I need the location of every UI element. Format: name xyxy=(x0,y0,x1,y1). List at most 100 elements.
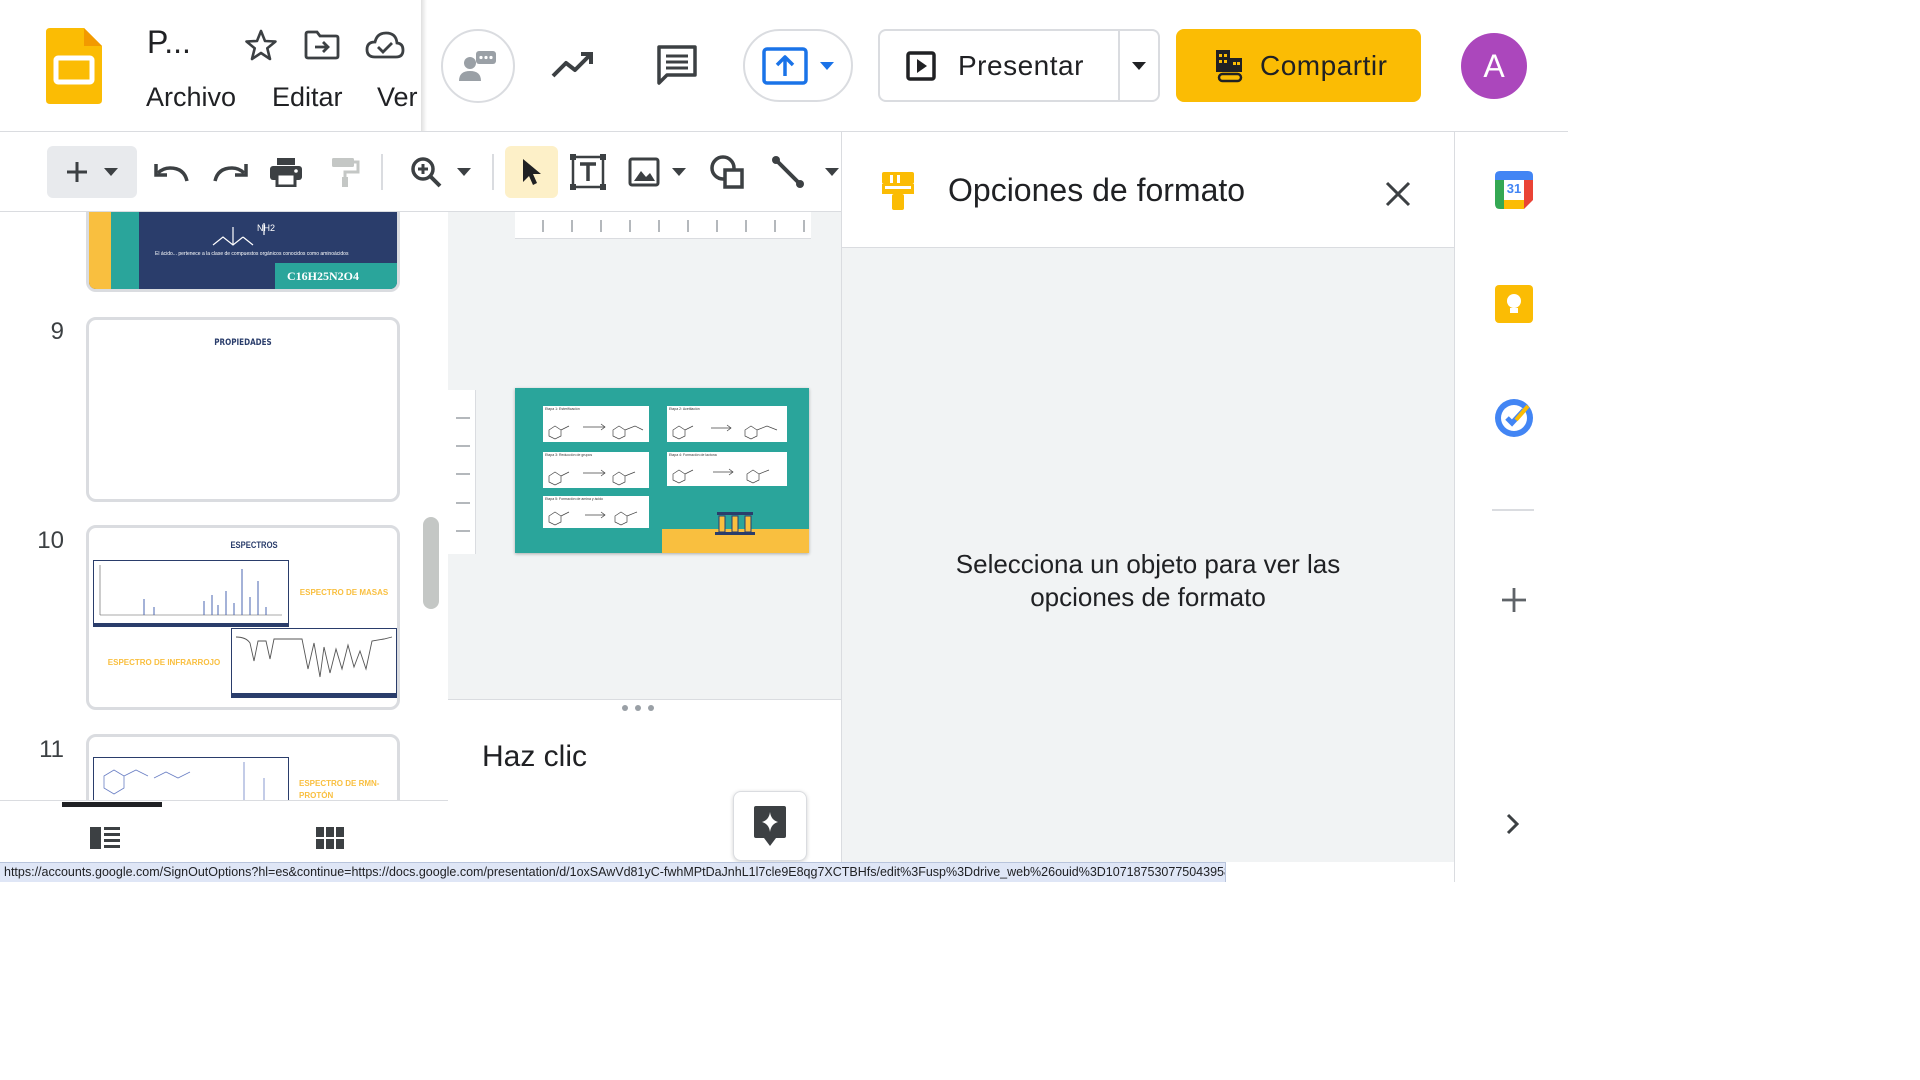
slides-logo-icon xyxy=(46,28,102,104)
undo-icon xyxy=(154,161,190,183)
sparkle-icon xyxy=(750,804,790,848)
document-info: P... Archivo Editar Ver xyxy=(0,0,424,131)
tasks-icon xyxy=(1494,398,1534,438)
slide-thumbnail[interactable]: PROPIEDADES xyxy=(86,317,400,502)
meeting-icon xyxy=(458,49,498,83)
close-panel-button[interactable] xyxy=(1378,174,1418,214)
document-title[interactable]: P... xyxy=(147,24,191,61)
active-tab-indicator xyxy=(62,802,162,807)
speaker-notes-placeholder[interactable]: Haz clic xyxy=(482,740,587,774)
present-main[interactable]: Presentar xyxy=(880,31,1120,100)
reaction-step-box: Etapa 5: Formación de amina y ácido xyxy=(543,496,649,528)
move-to-button[interactable] xyxy=(743,29,853,102)
chevron-down-icon xyxy=(824,168,839,176)
line-button[interactable] xyxy=(768,146,841,198)
comment-icon xyxy=(655,43,699,87)
text-box-button[interactable] xyxy=(566,146,610,198)
redo-icon xyxy=(212,161,248,183)
paint-format-icon xyxy=(330,156,360,188)
star-icon xyxy=(245,29,277,61)
present-options-button[interactable] xyxy=(1120,31,1158,100)
vertical-ruler[interactable] xyxy=(448,390,476,554)
image-icon xyxy=(628,157,660,187)
editing-toolbar xyxy=(0,132,841,212)
calendar-button[interactable]: 31 xyxy=(1492,168,1536,212)
move-button[interactable] xyxy=(302,26,342,64)
saved-status[interactable] xyxy=(364,26,406,64)
format-panel-message: Selecciona un objeto para ver las opcion… xyxy=(842,548,1454,614)
image-button[interactable] xyxy=(624,146,690,198)
reaction-step-box: Etapa 2: Acetilación xyxy=(667,406,787,442)
filmstrip-scrollbar[interactable] xyxy=(423,517,439,609)
cloud-done-icon xyxy=(365,31,405,59)
notes-resize-handle[interactable] xyxy=(622,705,654,711)
slide-thumbnail[interactable]: ESPECTROS ESPECTRO DE MASAS ESPECTRO DE … xyxy=(86,525,400,710)
slide-caption: El ácido... pertenece a la clase de comp… xyxy=(155,251,349,257)
menu-editar[interactable]: Editar xyxy=(272,82,343,113)
present-icon xyxy=(906,50,936,81)
menu-archivo[interactable]: Archivo xyxy=(146,82,236,113)
reaction-step-box: Etapa 4: Formación de lactona xyxy=(667,452,787,486)
chevron-down-icon xyxy=(457,168,471,176)
select-tool-button[interactable] xyxy=(505,146,558,198)
activity-button[interactable] xyxy=(548,42,598,88)
undo-button[interactable] xyxy=(150,146,194,198)
current-slide[interactable]: Etapa 1: Esterificación Etapa 2: Acetila… xyxy=(515,388,809,553)
ai-assist-button[interactable] xyxy=(733,791,807,861)
account-avatar[interactable]: A xyxy=(1461,33,1527,99)
folder-move-icon xyxy=(304,30,340,60)
zoom-icon xyxy=(409,155,443,189)
keep-button[interactable] xyxy=(1492,282,1536,326)
print-icon xyxy=(269,157,303,187)
horizontal-ruler[interactable] xyxy=(515,212,811,239)
tasks-button[interactable] xyxy=(1492,396,1536,440)
comments-button[interactable] xyxy=(652,40,702,90)
mass-spectrum-image xyxy=(93,560,289,624)
slide-number: 9 xyxy=(50,318,64,345)
title-area-shadow xyxy=(421,0,427,131)
grid-view-icon xyxy=(314,825,354,851)
list-view-tab[interactable] xyxy=(88,825,128,855)
slide-thumbnail[interactable]: ESPECTRO DE RMN- PROTÓN xyxy=(86,734,400,800)
paint-format-button[interactable] xyxy=(323,146,367,198)
meeting-button[interactable] xyxy=(441,29,515,103)
nh2-label: NH2 xyxy=(257,223,276,233)
format-panel-header: Opciones de formato xyxy=(842,132,1454,248)
print-button[interactable] xyxy=(264,146,308,198)
chevron-right-icon xyxy=(1506,813,1520,835)
chevron-down-icon xyxy=(1131,61,1147,71)
formula-label: C16H25N2O4 xyxy=(287,269,359,283)
slide-thumbnail[interactable]: NH2 El ácido... pertenece a la clase de … xyxy=(86,212,400,292)
avatar-letter: A xyxy=(1483,47,1505,84)
chevron-down-icon xyxy=(672,168,686,176)
get-addons-button[interactable] xyxy=(1492,578,1536,622)
slide-number: 11 xyxy=(39,736,64,763)
new-slide-button[interactable] xyxy=(47,146,137,198)
calendar-icon: 31 xyxy=(1494,170,1534,210)
slides-logo[interactable] xyxy=(46,28,102,104)
shape-button[interactable] xyxy=(705,146,749,198)
share-button[interactable]: Compartir xyxy=(1176,29,1421,102)
add-icon xyxy=(1501,587,1527,613)
star-button[interactable] xyxy=(242,26,280,64)
share-domain-icon xyxy=(1214,48,1246,84)
chevron-down-icon xyxy=(104,168,118,176)
hide-side-panel-button[interactable] xyxy=(1491,802,1535,846)
slide-label-infrarrojo: ESPECTRO DE INFRARROJO xyxy=(107,658,221,667)
message-line-2: opciones de formato xyxy=(1030,582,1266,612)
menu-ver[interactable]: Ver xyxy=(377,82,418,113)
slide-number: 10 xyxy=(37,527,64,554)
chevron-down-icon xyxy=(819,61,835,71)
grid-view-tab[interactable] xyxy=(314,825,354,855)
zoom-button[interactable] xyxy=(400,146,480,198)
trending-up-icon xyxy=(551,50,595,80)
redo-button[interactable] xyxy=(208,146,252,198)
nmr-structure-image xyxy=(93,757,289,800)
slide-filmstrip[interactable]: NH2 El ácido... pertenece a la clase de … xyxy=(0,212,448,800)
reaction-step-box: Etapa 3: Reducción de grupos xyxy=(543,452,649,488)
calendar-day: 31 xyxy=(1506,181,1522,196)
app-header: Presentar Compartir A P... Archivo Edita… xyxy=(0,0,1568,132)
slide-title: PROPIEDADES xyxy=(214,338,272,348)
present-button[interactable]: Presentar xyxy=(878,29,1160,102)
side-panel-divider xyxy=(1492,509,1534,511)
